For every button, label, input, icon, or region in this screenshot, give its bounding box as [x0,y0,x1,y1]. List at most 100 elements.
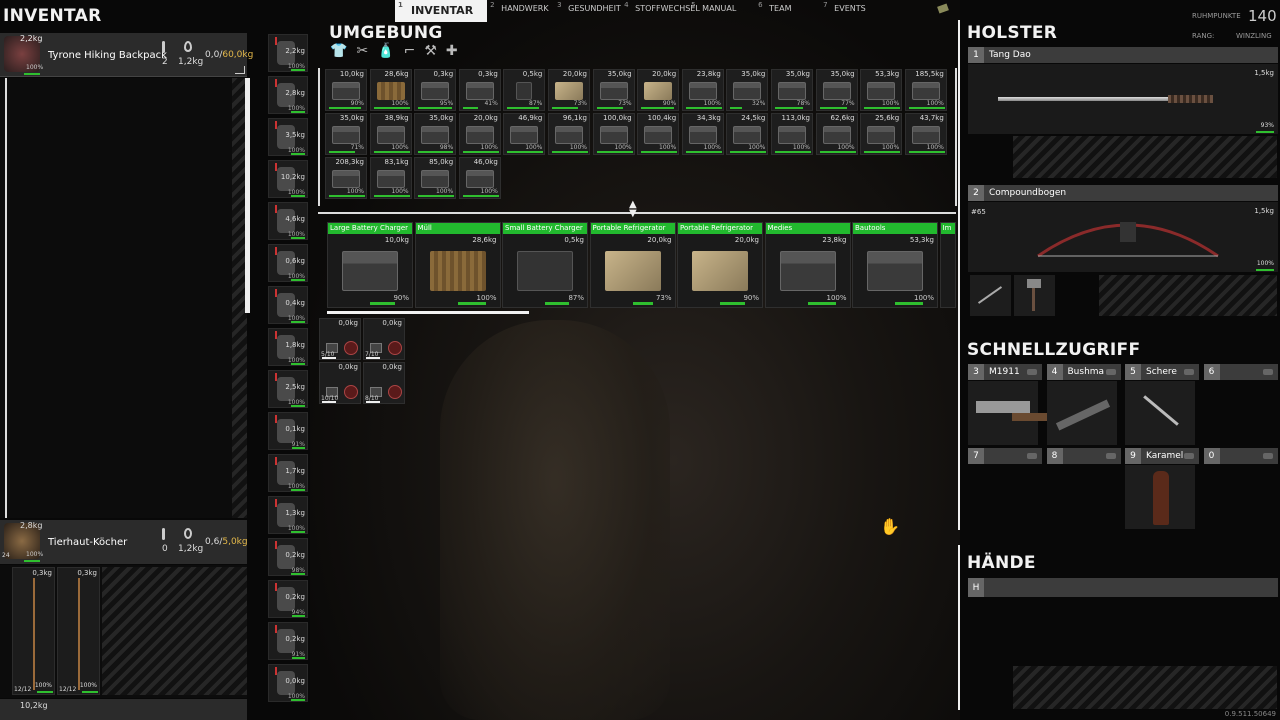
quickslot-6[interactable]: 6 [1203,364,1278,380]
equipped-item[interactable]: 3,5kg 100% [268,118,308,156]
container-tab[interactable]: Müll 28,6kg 100% [414,222,501,308]
hands-slot[interactable]: H [968,578,1278,597]
equipped-item[interactable]: 1,8kg 100% [268,328,308,366]
environment-item[interactable]: 100,4kg 100% [637,113,680,155]
container-scrollbar[interactable] [327,311,529,314]
equipped-item[interactable]: 0,1kg 91% [268,412,308,450]
container-tab[interactable]: Portable Refrigerator 20,0kg 90% [677,222,763,308]
equipped-item[interactable]: 0,4kg 100% [268,286,308,324]
gun-filter-icon[interactable]: ⌐ [404,43,416,59]
environment-item[interactable]: 185,5kg 100% [904,69,947,111]
quickslot-8[interactable]: 8 [1046,448,1121,464]
equipped-item[interactable]: 1,3kg 100% [268,496,308,534]
environment-item[interactable]: 113,0kg 100% [771,113,813,155]
arrow-item[interactable]: 0,3kg 12/12 100% [12,567,55,695]
bottle-filter-icon[interactable]: 🧴 [377,43,394,59]
quickslot-0[interactable]: 0 [1203,448,1278,464]
equipped-item[interactable]: 0,6kg 100% [268,244,308,282]
quickslot-4[interactable]: 4 Bushma [1046,364,1121,380]
equipped-item[interactable]: 0,2kg 91% [268,622,308,660]
equipped-item[interactable]: 0,2kg 94% [268,580,308,618]
container-tab[interactable]: Im [939,222,956,308]
environment-item[interactable]: 0,3kg 41% [458,69,501,111]
quickslot-item-image[interactable] [968,381,1038,445]
tab-gesundheit[interactable]: 3 GESUNDHEIT [554,0,621,22]
compound-bow-item[interactable]: #65 1,5kg 100% [968,202,1278,272]
container-tab[interactable]: Large Battery Charger 10,0kg 90% [327,222,413,308]
tab-manual[interactable]: 5 MANUAL [688,0,755,22]
environment-item[interactable]: 96,1kg 100% [548,113,590,155]
equipped-item[interactable]: 10,2kg 100% [268,160,308,198]
quickslot-3[interactable]: 3 M1911 [968,364,1042,380]
environment-item[interactable]: 20,0kg 90% [637,69,680,111]
equipped-item[interactable]: 0,2kg 98% [268,538,308,576]
environment-item[interactable]: 53,3kg 100% [860,69,903,111]
environment-item[interactable]: 85,0kg 100% [414,157,457,199]
quickslot-item-image[interactable] [1125,465,1195,529]
environment-item[interactable]: 20,0kg 73% [548,69,590,111]
environment-item[interactable]: 28,6kg 100% [369,69,412,111]
environment-item[interactable]: 35,0kg 78% [771,69,813,111]
next-container-header[interactable]: 10,2kg [0,699,247,720]
quickslot-item-image[interactable] [1125,381,1195,445]
quiver-header[interactable]: 2,8kg 24 100% Tierhaut-Köcher 0 1,2kg 0,… [0,520,248,564]
quickslot-item-image[interactable] [1046,381,1117,445]
equipped-item[interactable]: 0,0kg 100% [268,664,308,702]
tab-stoffwechsel[interactable]: 4 STOFFWECHSEL [621,0,700,22]
environment-item[interactable]: 10,0kg 90% [325,69,367,111]
scrollbar-thumb[interactable] [245,78,250,313]
content-item[interactable]: 0,0kg 10/10 [319,362,361,404]
environment-item[interactable]: 35,0kg 32% [726,69,769,111]
resize-icon[interactable] [235,66,245,74]
equipped-item[interactable]: 2,2kg 100% [268,34,308,72]
container-tab[interactable]: Medies 23,8kg 100% [764,222,851,308]
container-tab[interactable]: Small Battery Charger 0,5kg 87% [502,222,588,308]
environment-item[interactable]: 208,3kg 100% [325,157,367,199]
quiver-content[interactable]: 0,3kg 12/12 100% 0,3kg 12/12 100% [0,565,247,698]
equipped-item[interactable]: 4,6kg 100% [268,202,308,240]
shirt-filter-icon[interactable]: 👕 [330,43,347,59]
equipped-item[interactable]: 2,5kg 100% [268,370,308,408]
environment-item[interactable]: 38,9kg 100% [369,113,412,155]
resize-handle-icon[interactable]: ▲ ▼ [629,200,637,219]
environment-item[interactable]: 0,5kg 87% [503,69,546,111]
equipped-item[interactable]: 1,7kg 100% [268,454,308,492]
tab-events[interactable]: 7 EVENTS [820,0,887,22]
environment-item[interactable]: 62,6kg 100% [815,113,858,155]
holster-slot-1[interactable]: 1 Tang Dao [968,47,1278,63]
tang-dao-item[interactable]: 1,5kg 93% [968,64,1278,134]
equipped-item[interactable]: 2,8kg 100% [268,76,308,114]
environment-item[interactable]: 100,0kg 100% [592,113,635,155]
quickslot-9[interactable]: 9 Karamel [1125,448,1199,464]
tools-filter-icon[interactable]: ✂ [356,43,368,59]
environment-item[interactable]: 34,3kg 100% [681,113,724,155]
attachment-arrow[interactable] [970,275,1011,316]
hammer-filter-icon[interactable]: ⚒ [424,43,437,59]
attachment-hatchet[interactable] [1014,275,1055,316]
container-tab[interactable]: Portable Refrigerator 20,0kg 73% [589,222,676,308]
environment-item[interactable]: 35,0kg 71% [325,113,367,155]
environment-item[interactable]: 35,0kg 98% [414,113,457,155]
content-item[interactable]: 0,0kg 8/10 [363,362,405,404]
quickslot-7[interactable]: 7 [968,448,1042,464]
arrow-item[interactable]: 0,3kg 12/12 100% [57,567,100,695]
environment-item[interactable]: 23,8kg 100% [681,69,724,111]
tab-inventar[interactable]: 1 INVENTAR [395,0,488,22]
medical-filter-icon[interactable]: ✚ [446,43,458,59]
tab-team[interactable]: 6 TEAM [755,0,820,22]
content-item[interactable]: 0,0kg 5/10 [319,318,361,360]
environment-item[interactable]: 35,0kg 77% [815,69,858,111]
environment-item[interactable]: 0,3kg 95% [414,69,457,111]
holster-slot-2[interactable]: 2 Compoundbogen [968,185,1278,201]
content-item[interactable]: 0,0kg 7/10 [363,318,405,360]
environment-item[interactable]: 20,0kg 100% [458,113,501,155]
environment-item[interactable]: 24,5kg 100% [726,113,769,155]
environment-item[interactable]: 83,1kg 100% [369,157,412,199]
quickslot-5[interactable]: 5 Schere [1125,364,1199,380]
environment-item[interactable]: 43,7kg 100% [904,113,947,155]
environment-item[interactable]: 35,0kg 73% [592,69,635,111]
tab-handwerk[interactable]: 2 HANDWERK [487,0,554,22]
backpack-content[interactable] [0,78,250,518]
backpack-header[interactable]: 2,2kg 100% Tyrone Hiking Backpack 2 1,2k… [0,33,253,77]
environment-item[interactable]: 46,0kg 100% [458,157,501,199]
